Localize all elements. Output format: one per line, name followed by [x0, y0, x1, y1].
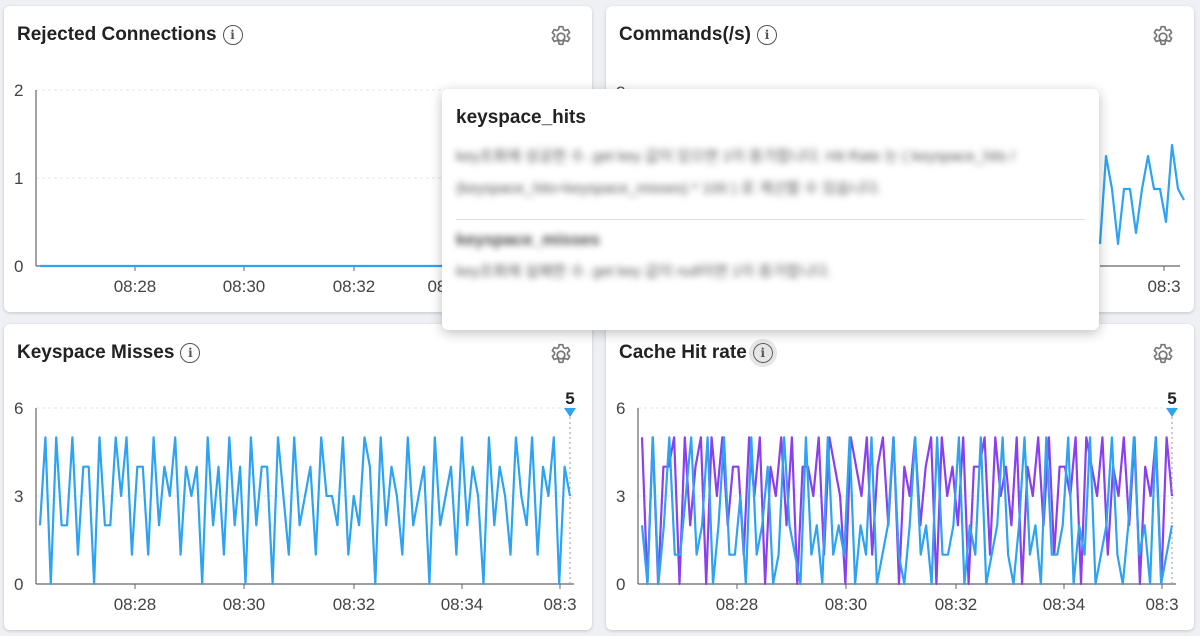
marker-label: 5: [565, 389, 574, 408]
marker-label: 5: [1167, 389, 1176, 408]
y-tick-label: 1: [14, 169, 23, 188]
gear-icon[interactable]: [1150, 342, 1176, 368]
gear-icon[interactable]: [1150, 24, 1176, 50]
panel-keyspace-misses: Keyspace Misses i 0 3 6 08:28 08:30 08:32 08:3…: [4, 324, 592, 630]
panel-title-text: Cache Hit rate: [619, 342, 747, 363]
x-tick-label: 08:28: [114, 277, 157, 296]
tooltip-title-2: keyspace_misses: [456, 230, 600, 249]
chart: 0 3 6 08:28 08:30 08:32 08:34 08:3 5: [616, 389, 1179, 614]
x-tick-label: 08:32: [333, 277, 376, 296]
y-tick-label: 3: [14, 487, 23, 506]
x-tick-label: 08:32: [935, 595, 978, 614]
y-tick-label: 6: [616, 399, 625, 418]
gear-icon[interactable]: [548, 24, 574, 50]
marker-triangle: [1166, 408, 1178, 417]
y-tick-label: 3: [616, 487, 625, 506]
tooltip-description: key조회에 성공한 수. get key 값이 있으면 1이 증가합니다. H…: [456, 148, 1015, 197]
x-tick-label: 08:3: [1147, 277, 1180, 296]
x-tick-label: 08:34: [441, 595, 484, 614]
panel-cache-hit-rate: Cache Hit rate i 0 3 6 08:28 08:30 08:32 08:34…: [606, 324, 1194, 630]
x-tick-label: 08:34: [1043, 595, 1086, 614]
info-icon[interactable]: i: [222, 25, 243, 45]
y-tick-label: 0: [14, 257, 23, 276]
panel-title: Keyspace Misses i: [17, 342, 201, 364]
x-tick-label: 08:3: [543, 595, 576, 614]
info-icon[interactable]: i: [756, 25, 777, 45]
panel-title: Commands(/s) i: [619, 24, 777, 46]
y-tick-label: 6: [14, 399, 23, 418]
panel-title: Rejected Connections i: [17, 24, 243, 46]
x-tick-label: 08:30: [223, 595, 266, 614]
gear-icon[interactable]: [548, 342, 574, 368]
tooltip-description-2: key조회에 실패한 수. get key 값이 null이면 1이 증가합니다…: [456, 263, 832, 280]
x-tick-label: 08:28: [716, 595, 759, 614]
y-tick-label: 0: [616, 575, 625, 594]
chart: 0 3 6 08:28 08:30 08:32 08:34 08:3 5: [14, 389, 577, 614]
series-line: [38, 436, 572, 586]
panel-title-text: Keyspace Misses: [17, 342, 175, 363]
info-icon[interactable]: i: [748, 339, 777, 367]
panel-title-text: Commands(/s): [619, 24, 751, 45]
marker-triangle: [564, 408, 576, 417]
panel-title: Cache Hit rate i: [619, 339, 777, 367]
y-tick-label: 2: [14, 81, 23, 100]
x-tick-label: 08:32: [333, 595, 376, 614]
series-line: [640, 436, 1174, 586]
tooltip-title: keyspace_hits: [456, 107, 586, 128]
tooltip-divider: [456, 219, 1085, 220]
panel-title-text: Rejected Connections: [17, 24, 217, 45]
x-tick-label: 08:3: [1145, 595, 1178, 614]
x-tick-label: 08:30: [825, 595, 868, 614]
x-tick-label: 08:30: [223, 277, 266, 296]
y-tick-label: 0: [14, 575, 23, 594]
info-tooltip: keyspace_hits key조회에 성공한 수. get key 값이 있…: [442, 89, 1099, 330]
info-icon[interactable]: i: [180, 343, 201, 363]
x-tick-label: 08:28: [114, 595, 157, 614]
series-line: [1098, 143, 1185, 246]
